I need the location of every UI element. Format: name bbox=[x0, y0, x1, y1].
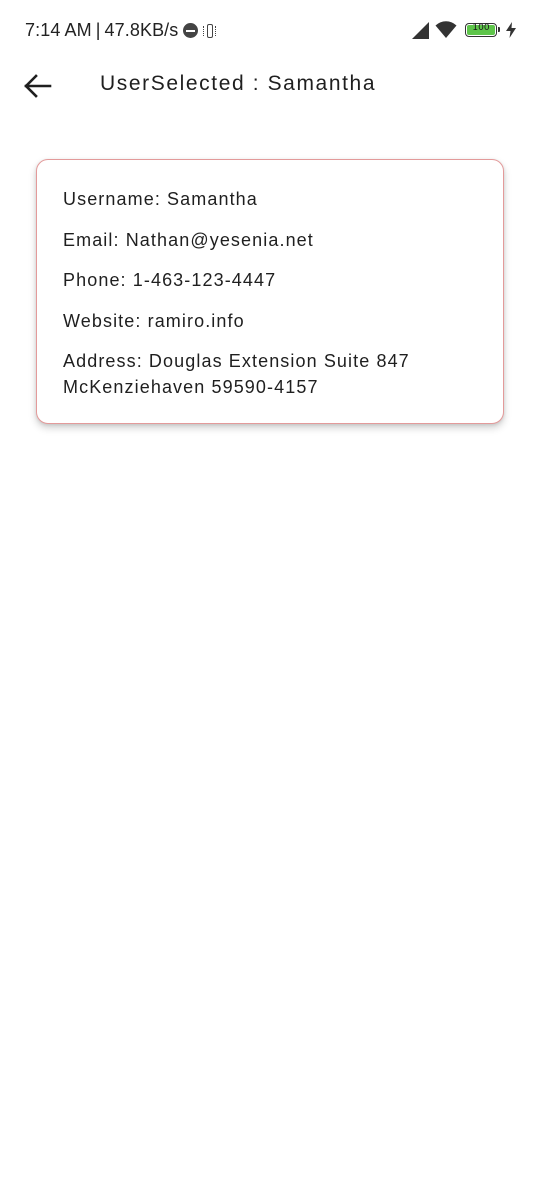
battery-icon: 100 bbox=[465, 23, 500, 37]
status-left: 7:14 AM | 47.8KB/s bbox=[25, 20, 218, 41]
wifi-icon bbox=[435, 21, 457, 39]
status-time: 7:14 AM bbox=[25, 20, 92, 40]
signal-icon bbox=[412, 21, 429, 39]
status-bar: 7:14 AM | 47.8KB/s 100 bbox=[0, 0, 540, 62]
vibrate-icon bbox=[202, 23, 218, 39]
do-not-disturb-icon bbox=[183, 23, 199, 38]
email-text: Email: Nathan@yesenia.net bbox=[63, 229, 314, 250]
status-separator: | bbox=[95, 20, 101, 40]
charging-icon bbox=[506, 22, 516, 38]
address-line-2: McKenziehaven 59590-4157 bbox=[63, 377, 319, 397]
phone-text: Phone: 1-463-123-4447 bbox=[63, 270, 277, 290]
arrow-left-icon[interactable] bbox=[22, 72, 54, 100]
website-text: Website: ramiro.info bbox=[63, 310, 245, 331]
battery-level: 100 bbox=[472, 23, 490, 33]
app-bar: UserSelected : Samantha bbox=[0, 62, 540, 110]
network-speed: 47.8KB/s bbox=[104, 20, 179, 40]
address-line-1: Address: Douglas Extension Suite 847 bbox=[63, 351, 410, 371]
status-right: 100 bbox=[412, 21, 516, 39]
back-button[interactable] bbox=[22, 72, 54, 100]
user-detail-card: Username: Samantha Email: Nathan@yesenia… bbox=[36, 159, 504, 424]
page-title: UserSelected : Samantha bbox=[100, 72, 377, 95]
address-text: Address: Douglas Extension Suite 847 McK… bbox=[63, 348, 477, 400]
username-text: Username: Samantha bbox=[63, 189, 258, 209]
